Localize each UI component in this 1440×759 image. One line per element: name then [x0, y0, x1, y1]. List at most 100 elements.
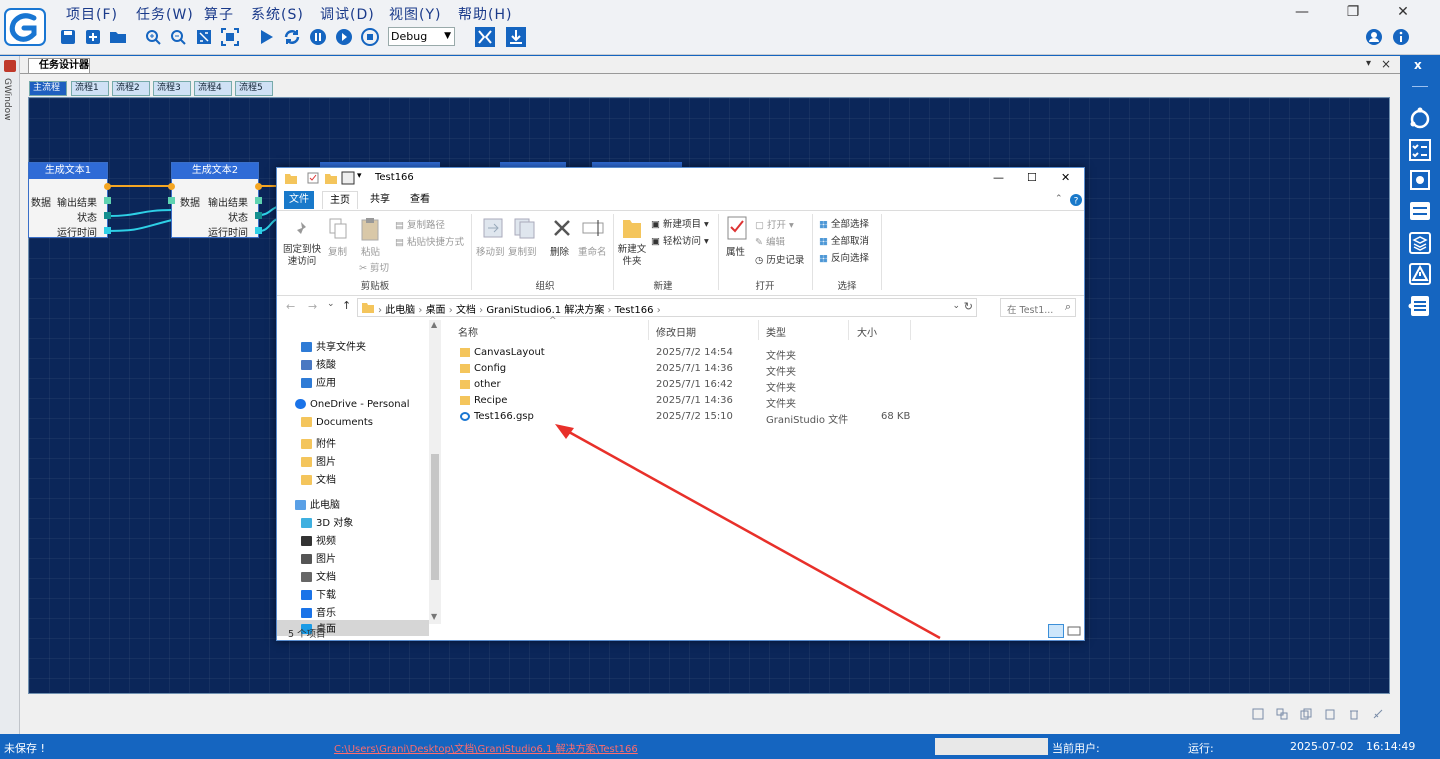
open-button[interactable]: ▢ 打开 ▾: [755, 217, 794, 231]
flow-out-port[interactable]: [255, 183, 262, 190]
ribbon-collapse-icon[interactable]: ⌃: [1055, 194, 1063, 204]
delete-icon[interactable]: [1348, 708, 1360, 720]
output-port[interactable]: [255, 212, 262, 219]
select-none-button[interactable]: ▦ 全部取消: [819, 233, 869, 247]
copy-path-button[interactable]: ▤ 复制路径: [395, 217, 445, 231]
easy-access-button[interactable]: ▣ 轻松访问 ▾: [651, 233, 709, 247]
nav-item[interactable]: 音乐: [301, 604, 336, 619]
nav-item[interactable]: 附件: [301, 435, 336, 450]
clear-icon[interactable]: [1372, 708, 1384, 720]
recent-dropdown-icon[interactable]: ⌄: [327, 299, 335, 309]
edit-button[interactable]: ✎ 编辑: [755, 234, 785, 248]
refresh-icon[interactable]: ↻: [964, 300, 973, 313]
search-box[interactable]: 在 Test1... ⌕: [1000, 298, 1076, 317]
layers-icon[interactable]: [1408, 231, 1432, 255]
file-row[interactable]: Test166.gsp 2025/7/2 15:10 GraniStudio 文件 6…: [441, 409, 1081, 426]
properties-icon[interactable]: [307, 172, 319, 184]
scroll-up-icon[interactable]: ▲: [431, 320, 437, 329]
ribbon-tab-home[interactable]: 主页: [322, 191, 358, 209]
ribbon-tab-view[interactable]: 查看: [405, 191, 435, 209]
column-date[interactable]: 修改日期: [656, 324, 696, 339]
nav-item[interactable]: 视频: [301, 532, 336, 547]
align-icon[interactable]: [1252, 708, 1264, 720]
address-bar[interactable]: › 此电脑 › 桌面 › 文档 › GraniStudio6.1 解决方案 › …: [357, 298, 977, 317]
output-port[interactable]: [104, 227, 111, 234]
project-path-link[interactable]: C:\Users\Grani\Desktop\文档\GraniStudio6.1…: [334, 740, 638, 755]
output-port[interactable]: [255, 197, 262, 204]
explorer-minimize-button[interactable]: —: [993, 171, 1004, 184]
nav-item[interactable]: 图片: [301, 550, 336, 565]
output-port[interactable]: [255, 227, 262, 234]
ribbon-tab-share[interactable]: 共享: [363, 191, 397, 209]
variables-icon[interactable]: [1408, 294, 1432, 318]
orbit-icon[interactable]: [1408, 107, 1432, 131]
cut-button[interactable]: ✂ 剪切: [359, 260, 389, 274]
checklist-icon[interactable]: [1408, 138, 1432, 162]
invert-selection-button[interactable]: ▦ 反向选择: [819, 250, 869, 264]
list-icon[interactable]: [1408, 199, 1432, 223]
nav-item[interactable]: 应用: [301, 374, 336, 389]
output-port[interactable]: [104, 212, 111, 219]
flow-node-1[interactable]: 生成文本1 数据 输出结果 状态 运行时间: [28, 162, 111, 239]
column-divider[interactable]: [910, 320, 911, 340]
column-divider[interactable]: [758, 320, 759, 340]
breadcrumb-solution[interactable]: GraniStudio6.1 解决方案: [486, 305, 604, 316]
paste-shortcut-button[interactable]: ▤ 粘贴快捷方式: [395, 234, 464, 248]
flow-node-2[interactable]: 生成文本2 数据 输出结果 状态 运行时间: [168, 162, 262, 239]
nav-scrollbar[interactable]: ▲ ▼: [429, 320, 441, 624]
nav-item[interactable]: 核酸: [301, 356, 336, 371]
nav-scrollbar-thumb[interactable]: [431, 454, 439, 580]
quick-access-dropdown-icon[interactable]: ▾: [357, 171, 362, 181]
column-size[interactable]: 大小: [857, 324, 877, 339]
breadcrumb-this-pc[interactable]: 此电脑: [385, 305, 415, 316]
column-type[interactable]: 类型: [766, 324, 786, 339]
nav-item[interactable]: 图片: [301, 453, 336, 468]
file-row[interactable]: CanvasLayout 2025/7/2 14:54 文件夹: [441, 345, 1081, 362]
copy-icon[interactable]: [1300, 708, 1312, 720]
flow-in-port[interactable]: [168, 183, 175, 190]
copy-button[interactable]: 复制: [328, 244, 347, 258]
breadcrumb-test166[interactable]: Test166: [615, 305, 654, 316]
settings-icon[interactable]: [1408, 168, 1432, 192]
paste-button[interactable]: 粘贴: [361, 244, 380, 258]
output-port[interactable]: [104, 197, 111, 204]
help-icon[interactable]: ?: [1070, 194, 1082, 206]
breadcrumb-documents[interactable]: 文档: [456, 305, 476, 316]
pin-quick-access-button[interactable]: 固定到快速访问: [283, 244, 321, 268]
forward-arrow-icon[interactable]: →: [308, 300, 317, 313]
nav-item[interactable]: OneDrive - Personal: [295, 399, 410, 410]
ribbon-tab-file[interactable]: 文件: [284, 191, 314, 209]
copy-to-button[interactable]: 复制到: [508, 244, 537, 258]
column-divider[interactable]: [848, 320, 849, 340]
new-item-button[interactable]: ▣ 新建项目 ▾: [651, 216, 709, 230]
flow-out-port[interactable]: [104, 183, 111, 190]
file-row[interactable]: other 2025/7/1 16:42 文件夹: [441, 377, 1081, 394]
rename-button[interactable]: 重命名: [578, 244, 607, 258]
move-to-button[interactable]: 移动到: [476, 244, 505, 258]
warning-icon[interactable]: [1408, 262, 1432, 286]
scroll-down-icon[interactable]: ▼: [431, 612, 437, 621]
large-icons-view-icon[interactable]: [1067, 624, 1081, 638]
details-view-icon[interactable]: [1048, 624, 1064, 638]
nav-item[interactable]: 文档: [301, 471, 336, 486]
new-folder-icon[interactable]: [325, 172, 337, 184]
nav-item[interactable]: 文档: [301, 568, 336, 583]
history-button[interactable]: ◷ 历史记录: [755, 252, 804, 266]
panel-close-icon[interactable]: x: [1414, 58, 1422, 72]
select-all-button[interactable]: ▦ 全部选择: [819, 216, 869, 230]
nav-item[interactable]: 下载: [301, 586, 336, 601]
delete-button[interactable]: 删除: [550, 244, 569, 258]
clipboard-icon[interactable]: [341, 171, 355, 185]
breadcrumb-desktop[interactable]: 桌面: [426, 305, 446, 316]
new-folder-button[interactable]: 新建文件夹: [617, 244, 647, 268]
explorer-close-button[interactable]: ✕: [1061, 171, 1070, 184]
input-port[interactable]: [168, 197, 175, 204]
column-name[interactable]: 名称: [458, 324, 478, 339]
file-row[interactable]: Recipe 2025/7/1 14:36 文件夹: [441, 393, 1081, 410]
nav-item[interactable]: 3D 对象: [301, 514, 353, 529]
paste-icon[interactable]: [1324, 708, 1336, 720]
address-dropdown-icon[interactable]: ⌄: [952, 301, 960, 311]
file-row[interactable]: Config 2025/7/1 14:36 文件夹: [441, 361, 1081, 378]
column-divider[interactable]: [648, 320, 649, 340]
nav-item[interactable]: Documents: [301, 417, 373, 428]
